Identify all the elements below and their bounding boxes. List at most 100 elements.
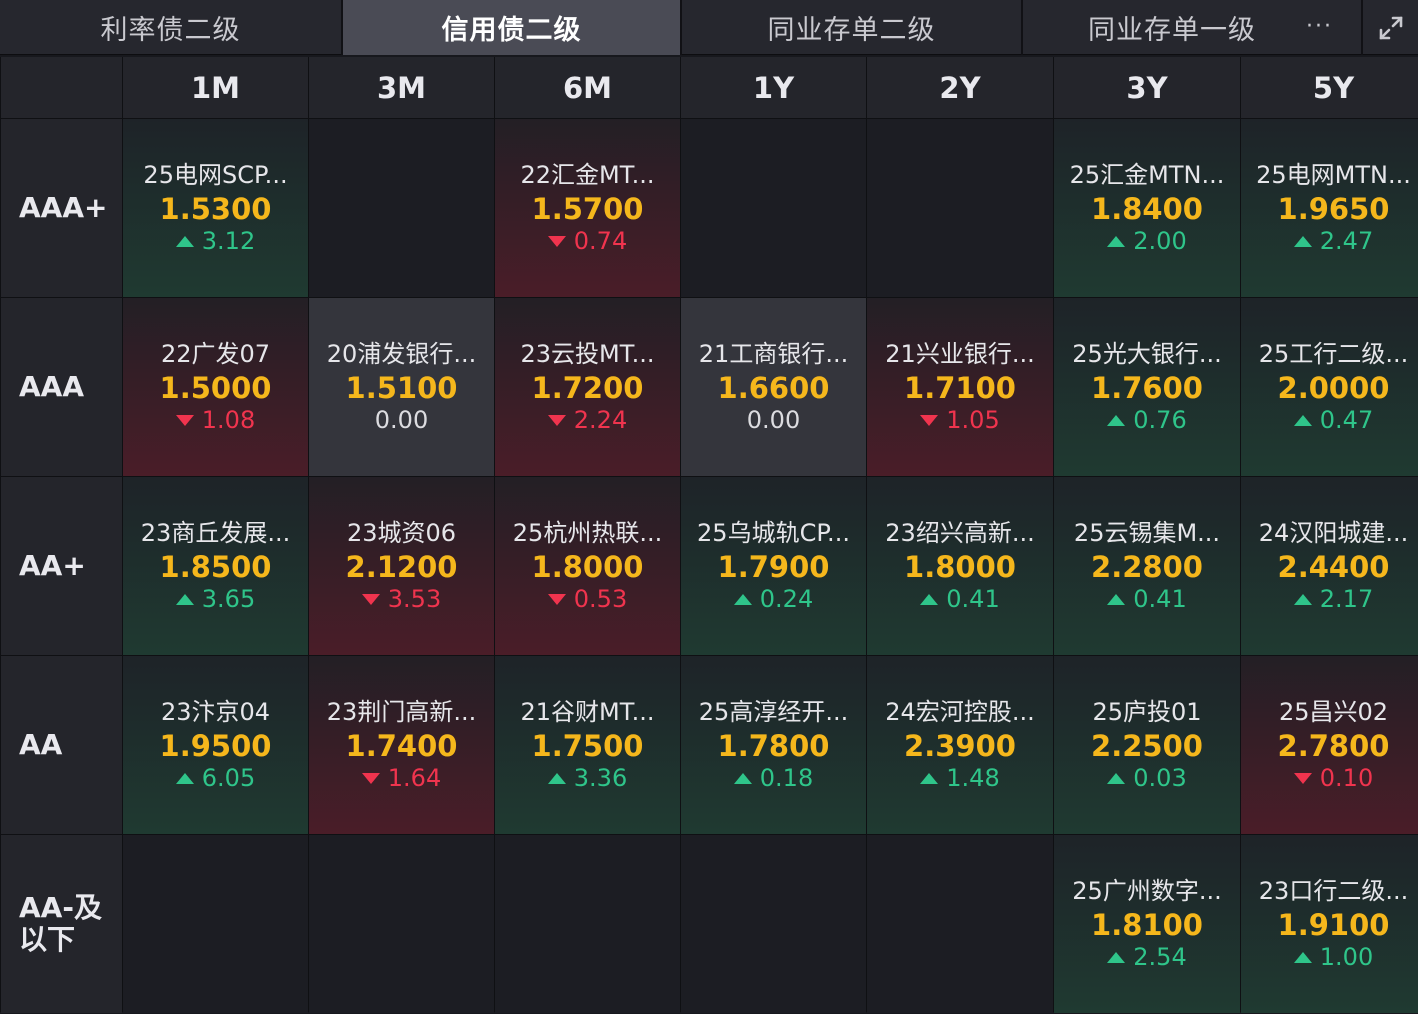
bond-yield: 1.7500 <box>531 729 644 763</box>
bond-yield: 1.8400 <box>1091 192 1203 226</box>
bond-cell[interactable]: 23汴京04 1.9500 6.05 <box>123 656 308 834</box>
bond-cell[interactable]: 23城资06 2.1200 3.53 <box>309 477 494 655</box>
more-dots-icon[interactable]: ··· <box>1306 14 1333 39</box>
bond-cell[interactable]: 25广州数字... 1.8100 2.54 <box>1054 835 1240 1013</box>
column-header-1y: 1Y <box>681 57 866 118</box>
bond-change: 0.41 <box>1107 584 1187 614</box>
bond-cell[interactable]: 25昌兴02 2.7800 0.10 <box>1241 656 1418 834</box>
corner-cell <box>1 57 122 118</box>
expand-icon <box>1379 16 1402 39</box>
bond-yield: 1.5300 <box>159 192 272 226</box>
row-label: AAA <box>1 298 122 476</box>
tab-ncd-primary[interactable]: 同业存单一级 ··· <box>1023 0 1363 55</box>
bond-yield: 1.6600 <box>717 371 830 405</box>
bond-change-value: 1.00 <box>1319 943 1374 971</box>
bond-change-value: 3.53 <box>387 585 442 613</box>
bond-change: 1.00 <box>1293 942 1374 972</box>
bond-cell[interactable]: 23绍兴高新... 1.8000 0.41 <box>867 477 1053 655</box>
bond-change: 2.24 <box>547 405 627 435</box>
bond-yield: 2.4400 <box>1277 550 1390 584</box>
down-arrow-icon <box>547 414 566 426</box>
row-label: AA-及 以下 <box>1 835 122 1013</box>
bond-name: 23荆门高新... <box>326 698 477 726</box>
bond-change: 6.05 <box>175 763 256 793</box>
bond-cell[interactable]: 21兴业银行... 1.7100 1.05 <box>867 298 1053 476</box>
bond-cell[interactable]: 23商丘发展... 1.8500 3.65 <box>123 477 308 655</box>
bond-cell[interactable]: 23云投MT... 1.7200 2.24 <box>495 298 680 476</box>
column-header-6m: 6M <box>495 57 680 118</box>
bond-change: 2.54 <box>1107 942 1187 972</box>
bond-cell[interactable]: 25云锡集M... 2.2800 0.41 <box>1054 477 1240 655</box>
row-label-line: AA-及 <box>19 891 102 924</box>
bond-cell[interactable]: 24汉阳城建... 2.4400 2.17 <box>1241 477 1418 655</box>
bond-cell[interactable]: 20浦发银行... 1.5100 0.00 <box>309 298 494 476</box>
bond-change: 0.24 <box>733 584 813 614</box>
bond-cell[interactable]: 25杭州热联... 1.8000 0.53 <box>495 477 680 655</box>
tab-bar: 利率债二级 信用债二级 同业存单二级 同业存单一级 ··· <box>0 0 1418 55</box>
bond-yield: 1.7400 <box>345 729 458 763</box>
bond-name: 23城资06 <box>346 519 457 547</box>
column-header-3y: 3Y <box>1054 57 1240 118</box>
bond-yield: 1.7100 <box>904 371 1016 405</box>
up-arrow-icon <box>1293 235 1312 247</box>
bond-change-value: 0.41 <box>1133 585 1187 613</box>
bond-name: 21谷财MT... <box>520 698 655 726</box>
bond-cell[interactable]: 22广发07 1.5000 1.08 <box>123 298 308 476</box>
tab-label: 利率债二级 <box>100 15 241 46</box>
empty-cell <box>309 835 494 1013</box>
bond-cell[interactable]: 25汇金MTN... 1.8400 2.00 <box>1054 119 1240 297</box>
bond-cell[interactable]: 22汇金MT... 1.5700 0.74 <box>495 119 680 297</box>
bond-yield: 1.9650 <box>1277 192 1390 226</box>
bond-change: 0.10 <box>1293 763 1373 793</box>
bond-change-value: 0.41 <box>946 585 1000 613</box>
bond-cell[interactable]: 23口行二级... 1.9100 1.00 <box>1241 835 1418 1013</box>
bond-change-value: 3.65 <box>201 585 256 613</box>
bond-change-value: 3.36 <box>573 764 628 792</box>
bond-cell[interactable]: 25工行二级... 2.0000 0.47 <box>1241 298 1418 476</box>
tab-credit-bond-secondary[interactable]: 信用债二级 <box>343 0 682 55</box>
bond-change-value: 1.64 <box>387 764 442 792</box>
bond-change: 3.65 <box>175 584 256 614</box>
bond-change-value: 6.05 <box>201 764 256 792</box>
bond-change: 0.03 <box>1107 763 1187 793</box>
bond-yield: 1.5700 <box>531 192 644 226</box>
bond-yield: 2.1200 <box>345 550 458 584</box>
column-header-2y: 2Y <box>867 57 1053 118</box>
empty-cell <box>681 835 866 1013</box>
up-arrow-icon <box>1107 235 1126 247</box>
bond-cell[interactable]: 25庐投01 2.2500 0.03 <box>1054 656 1240 834</box>
row-label: AA <box>1 656 122 834</box>
bond-cell[interactable]: 25乌城轨CP... 1.7900 0.24 <box>681 477 866 655</box>
down-arrow-icon <box>547 235 566 247</box>
down-arrow-icon <box>361 772 380 784</box>
tab-rate-bond-secondary[interactable]: 利率债二级 <box>0 0 343 55</box>
row-label: AAA+ <box>1 119 122 297</box>
bond-change: 0.74 <box>547 226 628 256</box>
up-arrow-icon <box>1107 951 1126 963</box>
up-arrow-icon <box>1293 951 1312 963</box>
bond-cell[interactable]: 25光大银行... 1.7600 0.76 <box>1054 298 1240 476</box>
bond-name: 23绍兴高新... <box>885 519 1035 547</box>
bond-yield: 1.8000 <box>531 550 644 584</box>
bond-change: 0.00 <box>747 405 800 435</box>
bond-change: 2.47 <box>1293 226 1373 256</box>
bond-cell[interactable]: 21谷财MT... 1.7500 3.36 <box>495 656 680 834</box>
bond-cell[interactable]: 25高淳经开... 1.7800 0.18 <box>681 656 866 834</box>
bond-change: 1.48 <box>920 763 1000 793</box>
bond-cell[interactable]: 21工商银行... 1.6600 0.00 <box>681 298 866 476</box>
up-arrow-icon <box>920 772 939 784</box>
bond-cell[interactable]: 23荆门高新... 1.7400 1.64 <box>309 656 494 834</box>
tab-ncd-secondary[interactable]: 同业存单二级 <box>682 0 1023 55</box>
bond-cell[interactable]: 25电网MTN... 1.9650 2.47 <box>1241 119 1418 297</box>
bond-yield: 1.9500 <box>159 729 272 763</box>
bond-cell[interactable]: 25电网SCP... 1.5300 3.12 <box>123 119 308 297</box>
down-arrow-icon <box>361 593 380 605</box>
down-arrow-icon <box>547 593 566 605</box>
bond-name: 25杭州热联... <box>512 519 663 547</box>
bond-name: 23商丘发展... <box>140 519 291 547</box>
up-arrow-icon <box>733 593 752 605</box>
bond-change-value: 1.08 <box>201 406 256 434</box>
bond-cell[interactable]: 24宏河控股... 2.3900 1.48 <box>867 656 1053 834</box>
bond-change-value: 0.74 <box>573 227 628 255</box>
expand-button[interactable] <box>1363 0 1418 55</box>
